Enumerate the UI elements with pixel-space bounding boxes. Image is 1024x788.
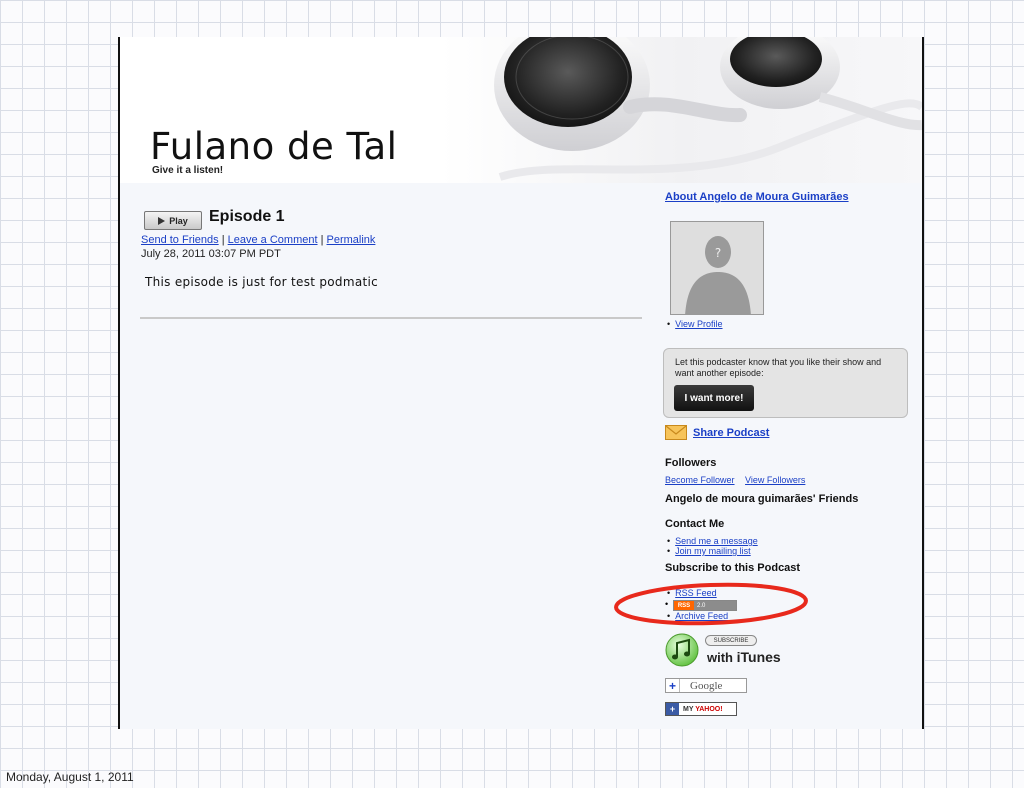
share-podcast[interactable]: Share Podcast xyxy=(665,425,769,440)
archive-feed-item: Archive Feed xyxy=(667,611,728,621)
episode-description: This episode is just for test podmatic xyxy=(145,275,379,289)
rss-badge-bullet: • xyxy=(665,599,669,609)
leave-comment-link[interactable]: Leave a Comment xyxy=(228,234,318,246)
send-message-item: Send me a message xyxy=(667,536,758,546)
want-more-box: Let this podcaster know that you like th… xyxy=(663,348,908,418)
i-want-more-button[interactable]: I want more! xyxy=(674,385,754,411)
rss-feed-link[interactable]: RSS Feed xyxy=(675,588,717,598)
play-icon xyxy=(158,216,166,225)
episode-divider xyxy=(140,317,642,319)
rss-badge[interactable]: RSS 2.0 xyxy=(673,600,737,611)
yahoo-label: MY YAHOO! xyxy=(683,705,723,713)
envelope-icon xyxy=(665,425,687,440)
itunes-icon xyxy=(665,633,699,667)
plus-icon: + xyxy=(666,679,680,693)
play-label: Play xyxy=(169,215,188,226)
send-message-link[interactable]: Send me a message xyxy=(675,536,758,546)
link-separator: | xyxy=(221,234,225,246)
view-profile-item: View Profile xyxy=(667,319,722,329)
followers-heading: Followers xyxy=(665,457,717,469)
share-podcast-link[interactable]: Share Podcast xyxy=(693,427,769,439)
rss-feed-item: RSS Feed xyxy=(667,588,717,598)
default-profile-icon: ? xyxy=(671,222,763,314)
site-tagline: Give it a listen! xyxy=(152,165,224,176)
permalink-link[interactable]: Permalink xyxy=(327,234,376,246)
view-followers-link[interactable]: View Followers xyxy=(745,475,805,485)
itunes-subscribe-button[interactable]: SUBSCRIBE with iTunes xyxy=(665,633,795,669)
podcast-page: Fulano de Tal Give it a listen! Play Epi… xyxy=(118,37,924,729)
mailing-list-link[interactable]: Join my mailing list xyxy=(675,546,751,556)
add-to-google-button[interactable]: + Google xyxy=(665,678,747,693)
link-separator: | xyxy=(320,234,324,246)
followers-links: Become Follower View Followers xyxy=(665,475,813,485)
rss-badge-right: 2.0 xyxy=(694,601,736,610)
mailing-list-item: Join my mailing list xyxy=(667,546,751,556)
contact-heading: Contact Me xyxy=(665,518,725,530)
site-title: Fulano de Tal xyxy=(150,125,398,168)
rss-badge-left: RSS xyxy=(674,601,694,610)
send-to-friends-link[interactable]: Send to Friends xyxy=(141,234,219,246)
want-more-text: Let this podcaster know that you like th… xyxy=(675,357,882,378)
episode-links: Send to Friends | Leave a Comment | Perm… xyxy=(141,234,375,246)
archive-feed-link[interactable]: Archive Feed xyxy=(675,611,728,621)
page-header: Fulano de Tal Give it a listen! xyxy=(120,37,922,183)
add-to-my-yahoo-button[interactable]: + MY YAHOO! xyxy=(665,702,737,716)
play-button[interactable]: Play xyxy=(144,211,202,230)
itunes-with-label: with iTunes xyxy=(707,649,781,665)
episode-title: Episode 1 xyxy=(209,208,285,225)
friends-heading: Angelo de moura guimarães' Friends xyxy=(665,493,859,505)
google-label: Google xyxy=(690,679,723,692)
avatar[interactable]: ? xyxy=(670,221,764,315)
slide-date: Monday, August 1, 2011 xyxy=(6,770,134,784)
episode-date: July 28, 2011 03:07 PM PDT xyxy=(141,248,281,260)
itunes-subscribe-label: SUBSCRIBE xyxy=(705,635,757,646)
become-follower-link[interactable]: Become Follower xyxy=(665,475,735,485)
subscribe-heading: Subscribe to this Podcast xyxy=(665,562,801,574)
earbuds-header-image xyxy=(494,37,922,181)
about-podcaster-link[interactable]: About Angelo de Moura Guimarães xyxy=(665,191,849,203)
plus-icon: + xyxy=(666,703,679,715)
svg-text:?: ? xyxy=(715,246,721,260)
view-profile-link[interactable]: View Profile xyxy=(675,319,722,329)
